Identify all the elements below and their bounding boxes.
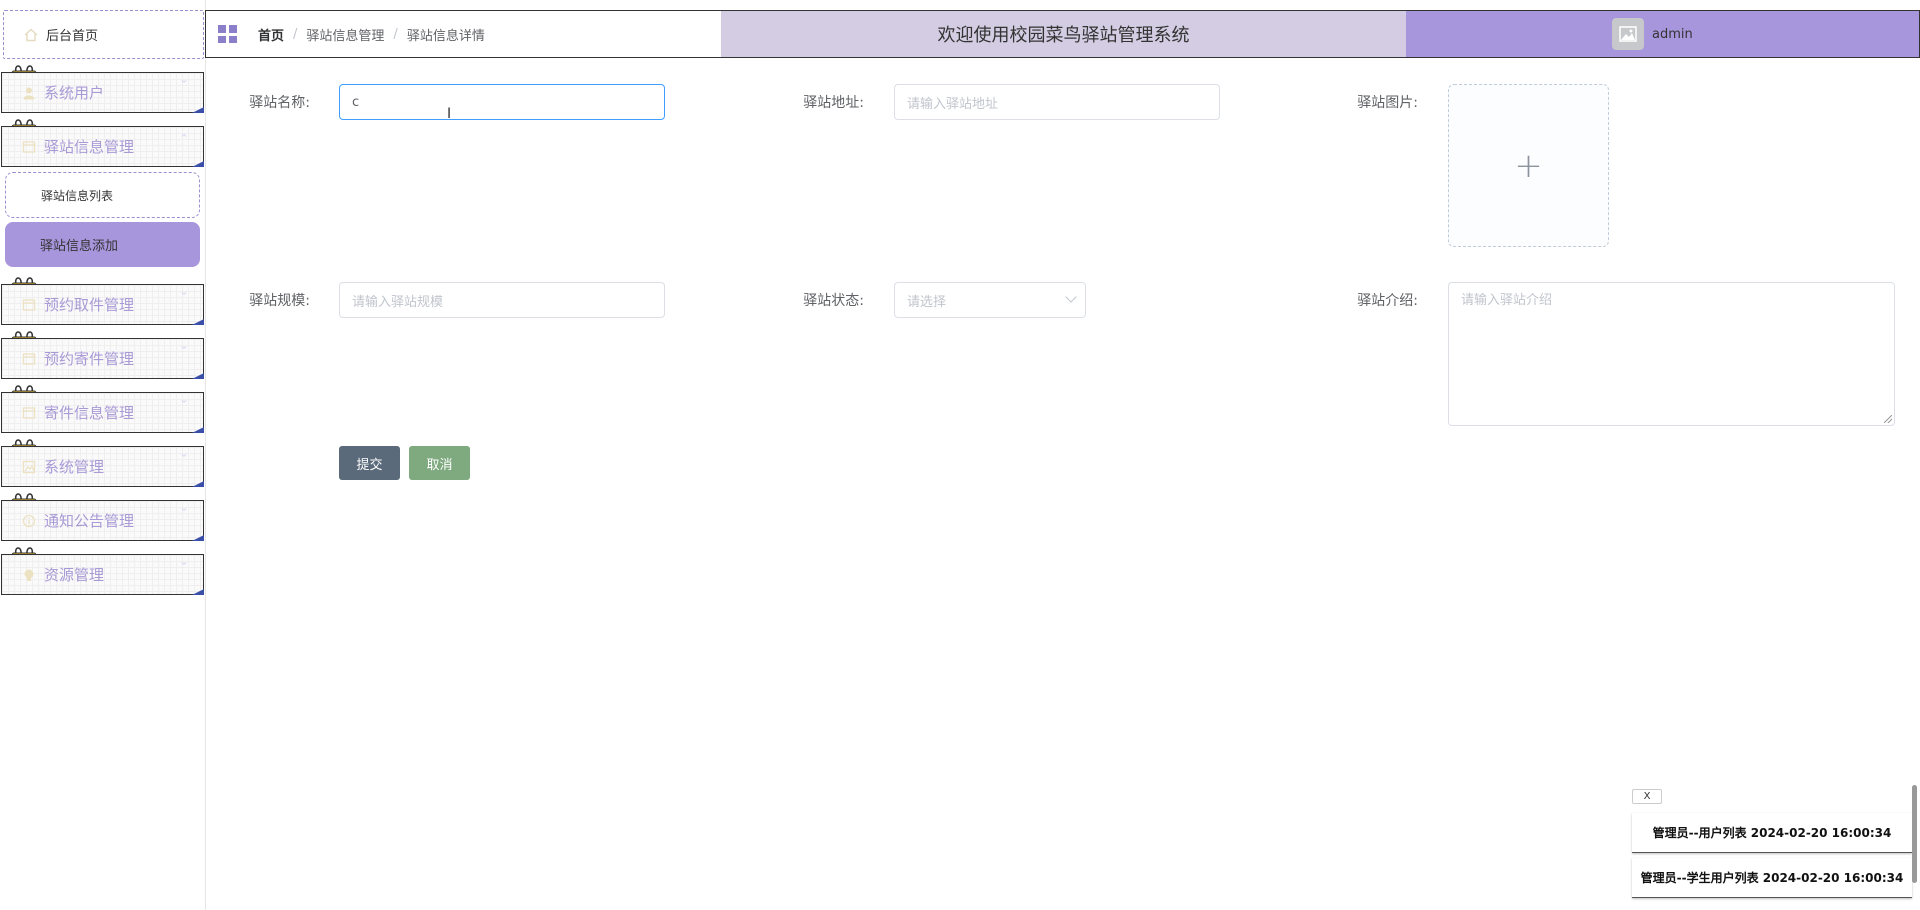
sidebar-item-label: 系统管理 [44, 458, 105, 476]
resize-handle-icon[interactable] [1884, 415, 1892, 423]
station-name-label: 驿站名称: [249, 95, 310, 111]
chevron-down-icon: ˇ [179, 291, 189, 305]
sidebar-item-label: 系统用户 [44, 84, 105, 102]
breadcrumb-item: 驿站信息管理 [306, 28, 385, 44]
station-status-select[interactable]: 请选择 [894, 282, 1086, 318]
station-address-placeholder: 请输入驿站地址 [907, 96, 999, 112]
sidebar-item-home-label: 后台首页 [46, 29, 99, 44]
chevron-down-icon: ˇ [179, 453, 189, 467]
station-status-placeholder: 请选择 [907, 294, 947, 310]
username: admin [1652, 26, 1693, 42]
page-corner-decoration [192, 161, 204, 167]
chevron-down-icon: ˇ [179, 345, 189, 359]
folder-icon [22, 140, 36, 154]
station-scale-label: 驿站规模: [249, 293, 310, 309]
station-scale-placeholder: 请输入驿站规模 [352, 294, 444, 310]
sidebar-item-label: 通知公告管理 [44, 512, 135, 530]
folder-icon [22, 298, 36, 312]
user-menu[interactable]: admin [1406, 11, 1919, 57]
sidebar-item-label: 预约取件管理 [44, 296, 135, 314]
plus-icon: + [1514, 145, 1543, 186]
sidebar-item-resource[interactable]: 资源管理 ˇ [1, 554, 204, 595]
station-name-input[interactable]: c [339, 84, 665, 120]
station-intro-placeholder: 请输入驿站介绍 [1461, 293, 1553, 308]
menu-toggle-icon[interactable] [218, 25, 238, 43]
page-corner-decoration [192, 589, 204, 595]
info-icon [22, 514, 36, 528]
station-status-label: 驿站状态: [803, 293, 864, 309]
image-placeholder-icon [1619, 26, 1637, 42]
folder-icon [22, 352, 36, 366]
text-cursor-icon: I [447, 106, 452, 122]
chevron-down-icon: ˇ [179, 507, 189, 521]
sidebar-item-station-info[interactable]: 驿站信息管理 ˆ [1, 126, 204, 167]
notification-item[interactable]: 管理员--用户列表 2024-02-20 16:00:34 [1632, 813, 1912, 853]
avatar[interactable] [1612, 18, 1644, 50]
breadcrumb-separator: / [393, 26, 398, 42]
sidebar-subitem-station-add[interactable]: 驿站信息添加 [5, 222, 200, 267]
sidebar-item-system-admin[interactable]: 系统管理 ˇ [1, 446, 204, 487]
sidebar-item-send-info[interactable]: 寄件信息管理 ˇ [1, 392, 204, 433]
chevron-down-icon [1065, 291, 1077, 303]
station-image-label: 驿站图片: [1357, 95, 1418, 111]
chevron-down-icon: ˇ [179, 79, 189, 93]
notification-scrollbar[interactable] [1912, 785, 1917, 883]
sidebar-item-label: 资源管理 [44, 566, 105, 584]
breadcrumb: 首页 / 驿站信息管理 / 驿站信息详情 [206, 11, 721, 57]
picture-icon [22, 460, 36, 474]
sidebar-item-pickup-booking[interactable]: 预约取件管理 ˇ [1, 284, 204, 325]
chevron-down-icon: ˇ [179, 399, 189, 413]
page-corner-decoration [192, 373, 204, 379]
page-corner-decoration [192, 427, 204, 433]
home-icon [24, 28, 38, 42]
image-upload[interactable]: + [1448, 84, 1609, 247]
page-corner-decoration [192, 535, 204, 541]
sidebar: 后台首页 系统用户 ˇ 驿站信息管理 ˆ 驿站信息列表 驿站信息添加 预约取件管… [0, 0, 206, 910]
station-intro-label: 驿站介绍: [1357, 293, 1418, 309]
top-header: 首页 / 驿站信息管理 / 驿站信息详情 欢迎使用校园菜鸟驿站管理系统 admi… [205, 10, 1920, 58]
station-name-value: c [352, 94, 360, 110]
notification-close-button[interactable]: X [1632, 789, 1662, 804]
sidebar-item-system-users[interactable]: 系统用户 ˇ [1, 72, 204, 113]
sidebar-item-label: 寄件信息管理 [44, 404, 135, 422]
user-icon [22, 86, 36, 100]
station-address-label: 驿站地址: [803, 95, 864, 111]
cancel-button[interactable]: 取消 [409, 446, 470, 480]
breadcrumb-separator: / [293, 26, 298, 42]
sidebar-item-send-booking[interactable]: 预约寄件管理 ˇ [1, 338, 204, 379]
station-address-input[interactable]: 请输入驿站地址 [894, 84, 1220, 120]
sidebar-item-home[interactable]: 后台首页 [3, 10, 204, 59]
folder-icon [22, 406, 36, 420]
sidebar-subitem-label: 驿站信息列表 [41, 188, 114, 203]
station-scale-input[interactable]: 请输入驿站规模 [339, 282, 665, 318]
chevron-down-icon: ˇ [179, 561, 189, 575]
system-title: 欢迎使用校园菜鸟驿站管理系统 [721, 11, 1406, 57]
chevron-up-icon: ˆ [179, 133, 189, 147]
submit-button[interactable]: 提交 [339, 446, 400, 480]
sidebar-item-notice[interactable]: 通知公告管理 ˇ [1, 500, 204, 541]
breadcrumb-item-current: 驿站信息详情 [406, 28, 485, 44]
page-corner-decoration [192, 107, 204, 113]
page-corner-decoration [192, 319, 204, 325]
breadcrumb-item-home[interactable]: 首页 [258, 25, 284, 44]
sidebar-item-label: 驿站信息管理 [44, 138, 135, 156]
sidebar-subitem-station-list[interactable]: 驿站信息列表 [5, 172, 200, 218]
station-intro-textarea[interactable]: 请输入驿站介绍 [1448, 282, 1895, 426]
bulb-icon [22, 568, 36, 582]
sidebar-subitem-label: 驿站信息添加 [40, 239, 119, 254]
sidebar-item-label: 预约寄件管理 [44, 350, 135, 368]
notification-item[interactable]: 管理员--学生用户列表 2024-02-20 16:00:34 [1632, 858, 1912, 898]
page-corner-decoration [192, 481, 204, 487]
